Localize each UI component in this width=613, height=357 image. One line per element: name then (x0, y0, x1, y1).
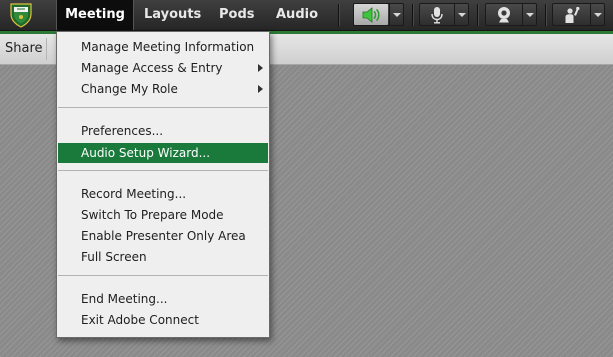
menu-item-change-my-role[interactable]: Change My Role (58, 80, 268, 99)
menu-item-exit-adobe-connect[interactable]: Exit Adobe Connect (58, 311, 268, 330)
menu-item-record-meeting[interactable]: Record Meeting... (58, 185, 268, 204)
menu-divider (58, 275, 268, 276)
app-window: Meeting Layouts Pods Audio Share Manage … (0, 0, 613, 357)
menu-item-label: Full Screen (81, 250, 147, 264)
microphone-button[interactable] (419, 3, 469, 26)
menu-layouts[interactable]: Layouts (144, 0, 201, 30)
shield-crest-icon (9, 2, 33, 28)
menu-divider (58, 107, 268, 108)
menu-item-label: Enable Presenter Only Area (81, 229, 246, 243)
chevron-down-icon (393, 12, 401, 17)
menu-item-label: Manage Access & Entry (81, 61, 223, 75)
menu-item-full-screen[interactable]: Full Screen (58, 248, 268, 267)
menu-bar: Meeting Layouts Pods Audio (0, 0, 613, 31)
menu-item-label: Record Meeting... (81, 187, 187, 201)
microphone-dropdown-button[interactable] (454, 4, 469, 25)
menu-item-enable-presenter-only-area[interactable]: Enable Presenter Only Area (58, 227, 268, 246)
speaker-button[interactable] (353, 3, 404, 26)
raise-hand-dropdown-button[interactable] (590, 4, 605, 25)
toolbar-separator (412, 4, 414, 26)
microphone-icon[interactable] (420, 4, 454, 25)
menu-item-audio-setup-wizard[interactable]: Audio Setup Wizard... (58, 143, 268, 163)
share-button[interactable]: Share (5, 34, 43, 64)
menu-divider (58, 170, 268, 171)
menu-item-label: Manage Meeting Information (81, 40, 255, 54)
chevron-down-icon (526, 12, 534, 17)
speaker-icon[interactable] (354, 4, 388, 25)
toolbar-separator (545, 4, 547, 26)
raise-hand-button[interactable] (552, 3, 605, 26)
menu-item-manage-meeting-information[interactable]: Manage Meeting Information (58, 38, 268, 57)
menu-item-preferences[interactable]: Preferences... (58, 122, 268, 141)
menu-item-end-meeting[interactable]: End Meeting... (58, 290, 268, 309)
menu-item-label: End Meeting... (81, 292, 168, 306)
chevron-right-icon (258, 85, 263, 93)
menu-item-label: Exit Adobe Connect (81, 313, 199, 327)
meeting-dropdown-menu: Manage Meeting Information Manage Access… (56, 31, 270, 338)
chevron-down-icon (594, 12, 602, 17)
menu-meeting[interactable]: Meeting (56, 0, 134, 30)
menu-item-switch-to-prepare-mode[interactable]: Switch To Prepare Mode (58, 206, 268, 225)
menu-pods[interactable]: Pods (219, 0, 255, 30)
toolbar-separator (338, 4, 340, 26)
toolbar-separator (477, 4, 479, 26)
menu-item-label: Preferences... (81, 124, 164, 138)
speaker-dropdown-button[interactable] (389, 4, 404, 25)
webcam-icon[interactable] (486, 4, 522, 25)
menu-audio[interactable]: Audio (276, 0, 318, 30)
chevron-down-icon (458, 12, 466, 17)
menu-item-label: Change My Role (81, 82, 178, 96)
webcam-dropdown-button[interactable] (522, 4, 537, 25)
raise-hand-icon[interactable] (553, 4, 590, 25)
menu-item-label: Audio Setup Wizard... (81, 146, 211, 160)
webcam-button[interactable] (485, 3, 537, 26)
chevron-right-icon (258, 64, 263, 72)
share-bar-separator (46, 38, 47, 60)
menu-item-label: Switch To Prepare Mode (81, 208, 224, 222)
menu-item-manage-access-entry[interactable]: Manage Access & Entry (58, 59, 268, 78)
